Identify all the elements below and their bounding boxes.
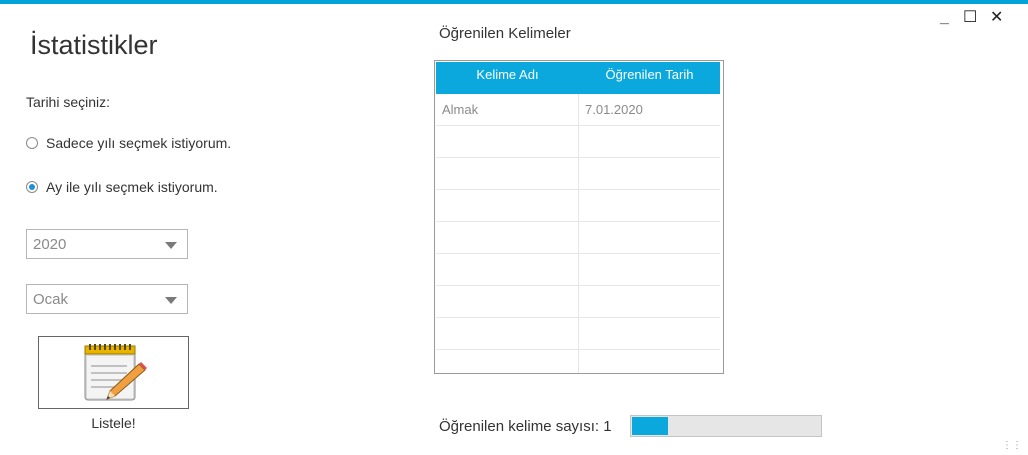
maximize-button[interactable]: ☐ bbox=[963, 8, 977, 28]
cell-word bbox=[436, 190, 578, 198]
cell-word bbox=[436, 222, 578, 230]
radio-year-only[interactable]: Sadece yılı seçmek istiyorum. bbox=[26, 135, 231, 151]
learned-count-label: Öğrenilen kelime sayısı: 1 bbox=[439, 418, 612, 435]
cell-word bbox=[436, 126, 578, 134]
cell-date: 7.01.2020 bbox=[585, 102, 643, 117]
table-row[interactable] bbox=[436, 286, 720, 318]
month-select-value: Ocak bbox=[33, 291, 69, 308]
table-row[interactable] bbox=[436, 254, 720, 286]
close-button[interactable]: ✕ bbox=[990, 8, 1003, 28]
radio-dot-icon bbox=[29, 184, 35, 190]
table-row[interactable] bbox=[436, 350, 720, 373]
resize-grip-icon[interactable]: ⋮⋮ bbox=[1002, 441, 1022, 451]
list-button-label: Listele! bbox=[91, 415, 136, 431]
radio-button-icon[interactable] bbox=[26, 181, 38, 193]
cell-date bbox=[579, 350, 720, 358]
table-row[interactable] bbox=[436, 222, 720, 254]
progress-fill bbox=[632, 417, 668, 435]
cell-word bbox=[436, 318, 578, 326]
grid-title: Öğrenilen Kelimeler bbox=[439, 25, 571, 42]
month-select[interactable]: Ocak bbox=[26, 284, 188, 314]
table-row[interactable] bbox=[436, 126, 720, 158]
radio-month-year-label: Ay ile yılı seçmek istiyorum. bbox=[46, 179, 218, 195]
cell-date bbox=[579, 158, 720, 166]
minimize-button[interactable]: _ bbox=[940, 8, 949, 28]
year-select[interactable]: 2020 bbox=[26, 229, 188, 259]
cell-date bbox=[579, 318, 720, 326]
notepad-pencil-icon bbox=[84, 343, 147, 400]
table-row[interactable]: Almak 7.01.2020 bbox=[436, 94, 720, 126]
year-select-value: 2020 bbox=[33, 236, 67, 253]
learned-words-table[interactable]: Kelime Adı Öğrenilen Tarih Almak 7.01.202… bbox=[434, 60, 724, 374]
cell-date bbox=[579, 254, 720, 262]
chevron-down-icon[interactable] bbox=[165, 297, 177, 304]
chevron-down-icon[interactable] bbox=[165, 242, 177, 249]
cell-date bbox=[579, 190, 720, 198]
cell-word bbox=[436, 158, 578, 166]
table-row[interactable] bbox=[436, 190, 720, 222]
column-header-word[interactable]: Kelime Adı bbox=[436, 62, 579, 94]
table-row[interactable] bbox=[436, 318, 720, 350]
table-row[interactable] bbox=[436, 158, 720, 190]
window-accent-bar bbox=[0, 0, 1028, 4]
cell-word bbox=[436, 350, 578, 358]
radio-month-year[interactable]: Ay ile yılı seçmek istiyorum. bbox=[26, 179, 218, 195]
column-header-date[interactable]: Öğrenilen Tarih bbox=[579, 62, 720, 94]
cell-word: Almak bbox=[442, 102, 479, 117]
radio-year-only-label: Sadece yılı seçmek istiyorum. bbox=[46, 135, 232, 151]
cell-word bbox=[436, 254, 578, 262]
page-title: İstatistikler bbox=[30, 30, 158, 60]
learned-count-progress bbox=[630, 415, 822, 437]
date-prompt-label: Tarihi seçiniz: bbox=[26, 94, 111, 110]
list-button[interactable] bbox=[38, 336, 189, 409]
cell-date bbox=[579, 126, 720, 134]
cell-date bbox=[579, 222, 720, 230]
table-header: Kelime Adı Öğrenilen Tarih bbox=[436, 62, 720, 94]
cell-date bbox=[579, 286, 720, 294]
radio-button-icon[interactable] bbox=[26, 137, 38, 149]
cell-word bbox=[436, 286, 578, 294]
